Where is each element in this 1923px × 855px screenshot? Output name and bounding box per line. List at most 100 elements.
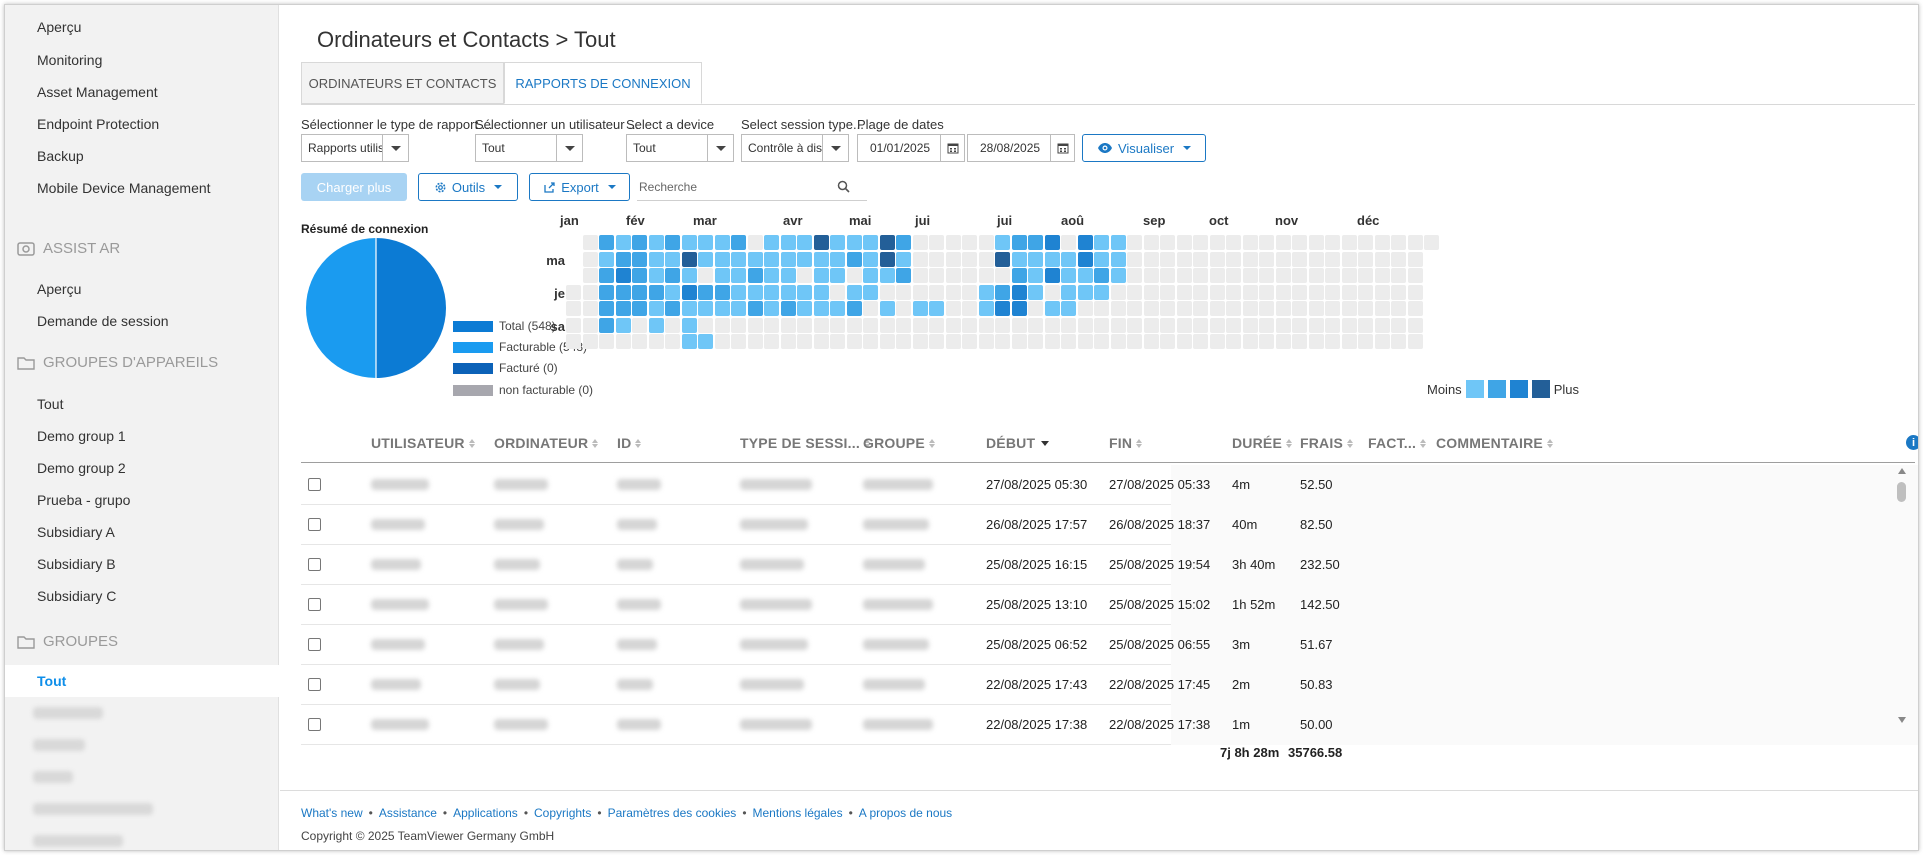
- heatmap-cell[interactable]: [582, 235, 598, 250]
- heatmap-cell[interactable]: [615, 334, 631, 349]
- column-header-start[interactable]: DÉBUT: [986, 435, 1050, 451]
- heatmap-cell[interactable]: [995, 251, 1010, 267]
- heatmap-cell[interactable]: [1094, 301, 1109, 316]
- heatmap-cell[interactable]: [1028, 334, 1043, 349]
- heatmap-cell[interactable]: [1160, 251, 1175, 267]
- heatmap-cell[interactable]: [1209, 268, 1225, 283]
- heatmap-cell[interactable]: [1325, 301, 1340, 316]
- heatmap-cell[interactable]: [1044, 284, 1060, 300]
- heatmap-cell[interactable]: [1275, 251, 1291, 267]
- heatmap-cell[interactable]: [995, 235, 1010, 250]
- heatmap-cell[interactable]: [1242, 251, 1258, 267]
- heatmap-cell[interactable]: [912, 301, 928, 316]
- heatmap-cell[interactable]: [1110, 301, 1126, 316]
- heatmap-cell[interactable]: [731, 317, 746, 333]
- heatmap-cell[interactable]: [764, 235, 779, 250]
- heatmap-cell[interactable]: [615, 301, 631, 316]
- heatmap-cell[interactable]: [1209, 251, 1225, 267]
- heatmap-cell[interactable]: [1391, 284, 1406, 300]
- column-header-session-type[interactable]: TYPE DE SESSI...: [740, 435, 870, 451]
- heatmap-cell[interactable]: [599, 235, 614, 250]
- heatmap-cell[interactable]: [648, 317, 664, 333]
- heatmap-cell[interactable]: [1358, 301, 1373, 316]
- heatmap-cell[interactable]: [747, 268, 763, 283]
- heatmap-cell[interactable]: [797, 268, 812, 283]
- blurred-group-item[interactable]: [33, 803, 153, 815]
- heatmap-cell[interactable]: [813, 334, 829, 349]
- heatmap-cell[interactable]: [995, 268, 1010, 283]
- heatmap-cell[interactable]: [1209, 301, 1225, 316]
- heatmap-cell[interactable]: [698, 317, 713, 333]
- info-icon[interactable]: i: [1906, 435, 1918, 450]
- heatmap-cell[interactable]: [863, 235, 878, 250]
- row-checkbox[interactable]: [308, 598, 321, 611]
- sidebar-item-demo-group-2[interactable]: Demo group 2: [37, 460, 126, 476]
- heatmap-cell[interactable]: [1127, 334, 1142, 349]
- heatmap-cell[interactable]: [863, 301, 878, 316]
- heatmap-cell[interactable]: [714, 235, 730, 250]
- heatmap-cell[interactable]: [1275, 334, 1291, 349]
- heatmap-cell[interactable]: [1176, 251, 1192, 267]
- heatmap-cell[interactable]: [1226, 235, 1241, 250]
- heatmap-cell[interactable]: [846, 235, 862, 250]
- heatmap-cell[interactable]: [945, 301, 961, 316]
- heatmap-cell[interactable]: [1325, 268, 1340, 283]
- heatmap-cell[interactable]: [747, 235, 763, 250]
- heatmap-cell[interactable]: [830, 268, 845, 283]
- heatmap-cell[interactable]: [1259, 268, 1274, 283]
- heatmap-cell[interactable]: [1061, 317, 1076, 333]
- table-row[interactable]: 25/08/2025 13:10 25/08/2025 15:02 1h 52m 14…: [301, 585, 1918, 625]
- heatmap-cell[interactable]: [929, 235, 944, 250]
- heatmap-cell[interactable]: [1094, 251, 1109, 267]
- heatmap-cell[interactable]: [1176, 317, 1192, 333]
- heatmap-cell[interactable]: [1160, 268, 1175, 283]
- heatmap-cell[interactable]: [1209, 317, 1225, 333]
- heatmap-cell[interactable]: [1308, 301, 1324, 316]
- date-to-input[interactable]: 28/08/2025: [967, 134, 1075, 162]
- chevron-down-icon[interactable]: [707, 135, 733, 161]
- heatmap-cell[interactable]: [648, 235, 664, 250]
- heatmap-cell[interactable]: [714, 317, 730, 333]
- heatmap-cell[interactable]: [896, 284, 911, 300]
- sidebar-item-asset-management[interactable]: Asset Management: [37, 84, 158, 100]
- heatmap-cell[interactable]: [665, 268, 680, 283]
- heatmap-cell[interactable]: [1044, 268, 1060, 283]
- heatmap-cell[interactable]: [1292, 268, 1307, 283]
- heatmap-cell[interactable]: [1077, 235, 1093, 250]
- blurred-group-item[interactable]: [33, 771, 73, 783]
- column-header-computer[interactable]: ORDINATEUR: [494, 435, 599, 451]
- heatmap-cell[interactable]: [912, 317, 928, 333]
- row-checkbox[interactable]: [308, 638, 321, 651]
- heatmap-cell[interactable]: [1259, 284, 1274, 300]
- heatmap-cell[interactable]: [1077, 334, 1093, 349]
- tab-computers-contacts[interactable]: ORDINATEURS ET CONTACTS: [301, 62, 504, 104]
- heatmap-cell[interactable]: [1341, 334, 1357, 349]
- heatmap-cell[interactable]: [698, 301, 713, 316]
- report-type-select[interactable]: Rapports utilisat: [301, 134, 409, 162]
- heatmap-cell[interactable]: [599, 317, 614, 333]
- heatmap-cell[interactable]: [1143, 284, 1159, 300]
- heatmap-cell[interactable]: [896, 317, 911, 333]
- heatmap-cell[interactable]: [813, 301, 829, 316]
- heatmap-cell[interactable]: [698, 268, 713, 283]
- heatmap-cell[interactable]: [1275, 284, 1291, 300]
- heatmap-cell[interactable]: [1160, 301, 1175, 316]
- column-header-fee[interactable]: FRAIS: [1300, 435, 1353, 451]
- heatmap-cell[interactable]: [714, 334, 730, 349]
- heatmap-cell[interactable]: [1028, 317, 1043, 333]
- heatmap-cell[interactable]: [632, 284, 647, 300]
- heatmap-cell[interactable]: [1176, 334, 1192, 349]
- blurred-group-item[interactable]: [33, 835, 123, 847]
- heatmap-cell[interactable]: [879, 334, 895, 349]
- heatmap-cell[interactable]: [1292, 334, 1307, 349]
- heatmap-cell[interactable]: [1094, 235, 1109, 250]
- heatmap-cell[interactable]: [1341, 284, 1357, 300]
- heatmap-cell[interactable]: [1259, 334, 1274, 349]
- heatmap-cell[interactable]: [747, 251, 763, 267]
- heatmap-cell[interactable]: [665, 235, 680, 250]
- sidebar-item-mdm[interactable]: Mobile Device Management: [37, 180, 211, 196]
- heatmap-cell[interactable]: [599, 284, 614, 300]
- heatmap-cell[interactable]: [995, 301, 1010, 316]
- heatmap-cell[interactable]: [1127, 268, 1142, 283]
- heatmap-cell[interactable]: [1292, 317, 1307, 333]
